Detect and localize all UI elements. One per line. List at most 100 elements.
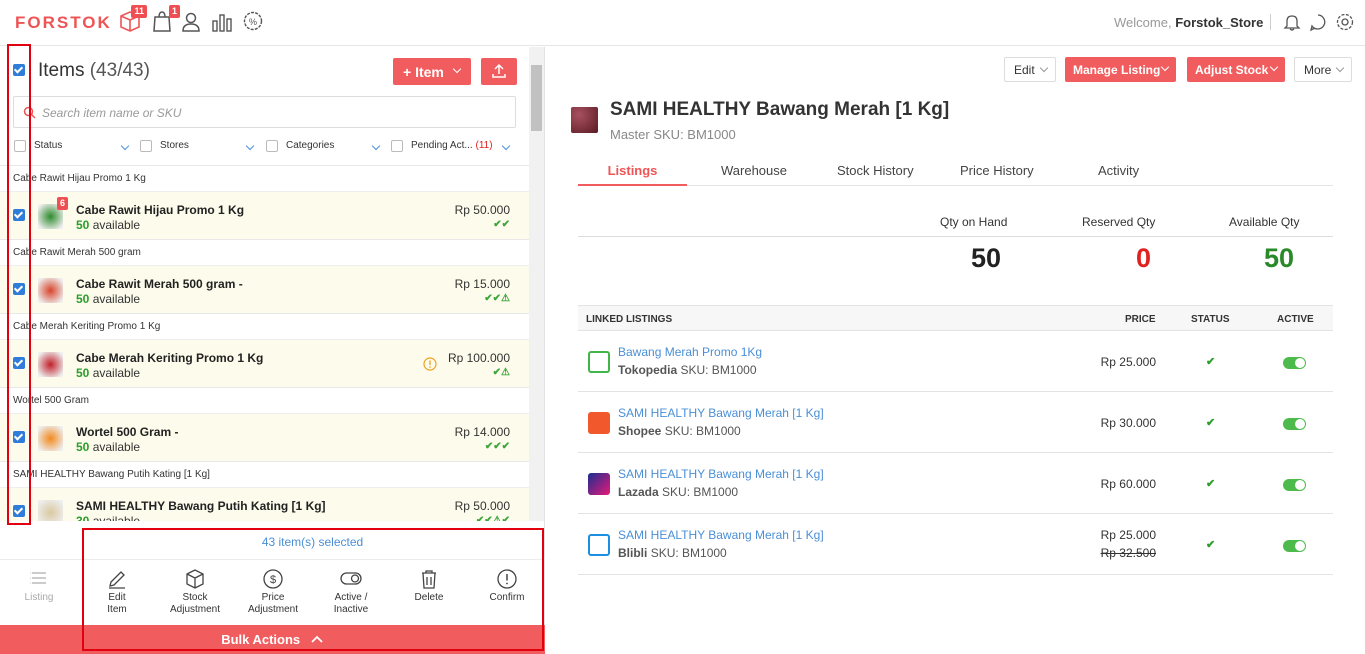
edit-button[interactable]: Edit: [1004, 57, 1056, 82]
item-availability: 30 available: [76, 514, 141, 521]
listing-price: Rp 25.000 Rp 32.500: [1100, 528, 1156, 560]
settings-icon[interactable]: [1335, 12, 1355, 32]
product-image: [571, 107, 598, 133]
group-header: Cabe Rawit Hijau Promo 1 Kg: [0, 165, 529, 191]
listing-old-price: Rp 32.500: [1100, 546, 1156, 560]
discount-icon[interactable]: %: [242, 9, 266, 35]
stores-filter[interactable]: Stores: [160, 140, 189, 151]
qty-on-hand-value: 50: [971, 243, 1002, 273]
stores-filter-checkbox[interactable]: [140, 140, 152, 152]
pending-filter-checkbox[interactable]: [391, 140, 403, 152]
active-toggle[interactable]: [1283, 418, 1306, 430]
item-thumbnail: [38, 426, 63, 451]
search-input[interactable]: Search item name or SKU: [13, 96, 516, 128]
item-row[interactable]: SAMI HEALTHY Bawang Putih Kating [1 Kg] 3…: [0, 487, 529, 521]
item-availability: 50 available: [76, 366, 141, 380]
bell-icon[interactable]: [1282, 12, 1302, 32]
bulk-actions-highlight: [82, 528, 544, 651]
listing-store: Blibli SKU: BM1000: [618, 546, 727, 560]
package-icon[interactable]: 11: [119, 5, 147, 35]
item-status-icons: ✔✔: [493, 219, 510, 230]
item-name[interactable]: Cabe Rawit Hijau Promo 1 Kg: [76, 203, 244, 217]
product-title: SAMI HEALTHY Bawang Merah [1 Kg]: [610, 99, 950, 120]
add-item-button[interactable]: + Item: [393, 58, 471, 85]
reserved-qty-value: 0: [1136, 243, 1152, 273]
item-row[interactable]: Cabe Rawit Merah 500 gram -50 available R…: [0, 265, 529, 313]
tab-price-history[interactable]: Price History: [960, 163, 1034, 178]
chevron-down-icon[interactable]: [245, 141, 255, 151]
item-price: Rp 50.000: [454, 499, 510, 513]
status-check-icon: ✔: [1206, 417, 1216, 429]
tab-warehouse[interactable]: Warehouse: [721, 163, 787, 178]
item-name[interactable]: Cabe Rawit Merah 500 gram -: [76, 277, 243, 291]
item-price: Rp 15.000: [454, 277, 510, 291]
svg-text:%: %: [249, 17, 257, 27]
bag-badge: 1: [168, 5, 180, 18]
chevron-down-icon[interactable]: [501, 141, 511, 151]
tab-activity[interactable]: Activity: [1098, 163, 1139, 178]
blibli-icon: [588, 534, 610, 556]
status-check-icon: ✔: [1206, 478, 1216, 490]
adjust-stock-button[interactable]: Adjust Stock: [1187, 57, 1285, 82]
categories-filter[interactable]: Categories: [286, 140, 334, 151]
product-detail-panel: Edit Manage Listing Adjust Stock More SA…: [546, 47, 1365, 654]
scrollbar[interactable]: [529, 47, 544, 521]
more-button[interactable]: More: [1294, 57, 1352, 82]
item-price: Rp 50.000: [454, 203, 510, 217]
tab-listings[interactable]: Listings: [578, 163, 687, 178]
username: Forstok_Store: [1175, 15, 1264, 30]
checkbox-column-highlight: [7, 44, 31, 525]
item-name[interactable]: SAMI HEALTHY Bawang Putih Kating [1 Kg]: [76, 499, 326, 513]
item-row[interactable]: Wortel 500 Gram -50 available Rp 14.000 ✔✔…: [0, 413, 529, 461]
pending-filter[interactable]: Pending Act... (11): [411, 140, 493, 151]
list-icon: [30, 572, 46, 584]
item-thumbnail: [38, 500, 63, 521]
status-check-icon: ✔: [1206, 539, 1216, 551]
shopping-bag-icon[interactable]: 1: [152, 5, 180, 35]
group-header: SAMI HEALTHY Bawang Putih Kating [1 Kg]: [0, 461, 529, 487]
active-toggle[interactable]: [1283, 479, 1306, 491]
item-status-icons: ✔✔⚠✔: [475, 515, 510, 521]
scroll-thumb[interactable]: [531, 65, 542, 131]
tab-stock-history[interactable]: Stock History: [837, 163, 914, 178]
bar-chart-icon[interactable]: [211, 9, 235, 35]
manage-listing-button[interactable]: Manage Listing: [1065, 57, 1176, 82]
item-thumbnail: [38, 352, 63, 377]
listing-action[interactable]: Listing: [4, 568, 74, 604]
listing-store: Lazada SKU: BM1000: [618, 485, 739, 499]
item-list: Cabe Rawit Hijau Promo 1 Kg 6 Cabe Rawit H…: [0, 165, 529, 521]
active-tab-indicator: [578, 184, 687, 186]
qty-divider: [578, 236, 1333, 237]
upload-button[interactable]: [481, 58, 517, 85]
listing-link[interactable]: SAMI HEALTHY Bawang Merah [1 Kg]: [618, 406, 824, 420]
listing-store: Tokopedia SKU: BM1000: [618, 363, 757, 377]
forstok-logo[interactable]: FORSTOK: [15, 13, 112, 33]
categories-filter-checkbox[interactable]: [266, 140, 278, 152]
group-header: Cabe Merah Keriting Promo 1 Kg: [0, 313, 529, 339]
chevron-down-icon[interactable]: [371, 141, 381, 151]
listing-link[interactable]: Bawang Merah Promo 1Kg: [618, 345, 762, 359]
status-check-icon: ✔: [1206, 356, 1216, 368]
available-qty-value: 50: [1264, 243, 1295, 273]
chevron-down-icon[interactable]: [120, 141, 130, 151]
listing-link[interactable]: SAMI HEALTHY Bawang Merah [1 Kg]: [618, 467, 824, 481]
user-icon[interactable]: [181, 9, 205, 35]
item-name[interactable]: Cabe Merah Keriting Promo 1 Kg: [76, 351, 263, 365]
item-row[interactable]: 6 Cabe Rawit Hijau Promo 1 Kg 50 available…: [0, 191, 529, 239]
status-filter[interactable]: Status: [34, 140, 62, 151]
tokopedia-icon: [588, 351, 610, 373]
upload-icon: [492, 63, 506, 78]
active-toggle[interactable]: [1283, 540, 1306, 552]
welcome-text: Welcome, Forstok_Store: [1114, 15, 1264, 30]
package-badge: 11: [131, 5, 147, 18]
qty-on-hand-label: Qty on Hand: [940, 215, 1008, 229]
item-name[interactable]: Wortel 500 Gram -: [76, 425, 178, 439]
top-navigation-bar: FORSTOK 11 1 % Welcome, Forstok_Store: [0, 0, 1365, 46]
item-row[interactable]: Cabe Merah Keriting Promo 1 Kg 50 availab…: [0, 339, 529, 387]
listing-row: SAMI HEALTHY Bawang Merah [1 Kg] Shopee S…: [578, 392, 1333, 453]
listing-link[interactable]: SAMI HEALTHY Bawang Merah [1 Kg]: [618, 528, 824, 542]
item-availability: 50 available: [76, 440, 141, 454]
chat-icon[interactable]: [1308, 12, 1328, 32]
group-header: Wortel 500 Gram: [0, 387, 529, 413]
active-toggle[interactable]: [1283, 357, 1306, 369]
